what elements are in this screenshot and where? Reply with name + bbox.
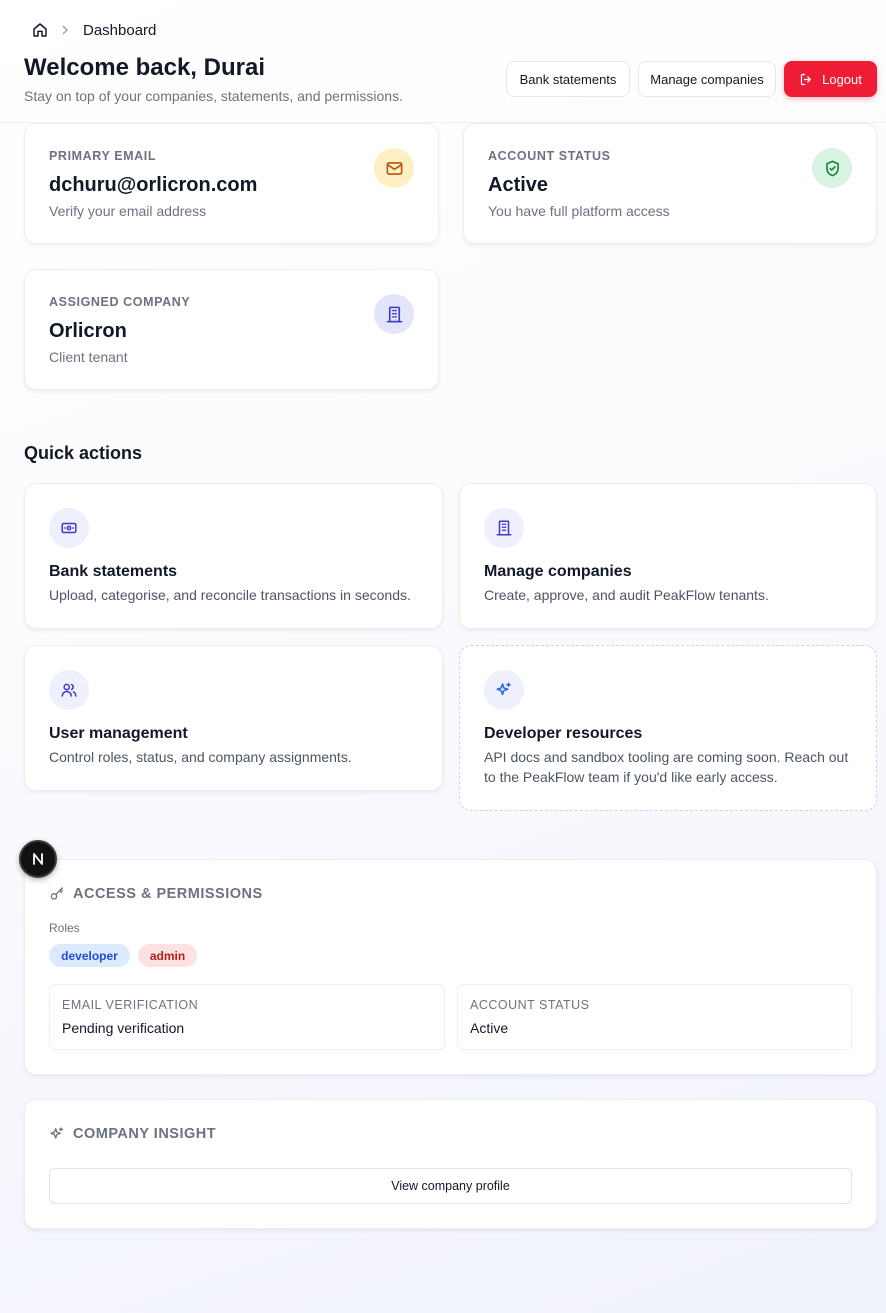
company-insight-panel: COMPANY INSIGHT View company profile [24,1099,877,1229]
quick-action-developer-resources: Developer resources API docs and sandbox… [459,645,877,811]
stat-sub: Client tenant [49,349,128,365]
logout-label: Logout [822,71,862,87]
mail-icon [374,148,414,188]
quick-action-desc: API docs and sandbox tooling are coming … [484,749,849,785]
primary-email-card: PRIMARY EMAIL dchuru@orlicron.com Verify… [24,123,439,244]
email-verification-label: EMAIL VERIFICATION [62,998,199,1012]
assigned-company-card: ASSIGNED COMPANY Orlicron Client tenant [24,269,439,390]
sparkles-icon [50,1127,63,1139]
chevron-right-icon [61,25,71,35]
account-status-value: Active [470,1020,509,1036]
logout-icon [800,73,811,85]
quick-action-desc: Upload, categorise, and reconcile transa… [49,587,411,603]
account-status-label: ACCOUNT STATUS [470,998,590,1012]
access-permissions-panel: ACCESS & PERMISSIONS Roles developer adm… [24,859,877,1075]
roles-label: Roles [49,921,80,935]
account-status-card: ACCOUNT STATUS Active You have full plat… [463,123,877,244]
access-permissions-title: ACCESS & PERMISSIONS [73,886,263,902]
stat-value: Active [488,174,549,196]
users-icon [49,670,89,710]
breadcrumb: Dashboard [31,20,156,40]
stat-value: Orlicron [49,320,127,342]
breadcrumb-current: Dashboard [83,21,157,39]
stat-label: ASSIGNED COMPANY [49,295,191,309]
shield-check-icon [812,148,852,188]
quick-action-title: Bank statements [49,563,178,580]
quick-action-user-management[interactable]: User management Control roles, status, a… [24,645,443,791]
banknote-icon [49,508,89,548]
building-icon [374,294,414,334]
quick-action-desc: Create, approve, and audit PeakFlow tena… [484,587,769,603]
company-insight-title: COMPANY INSIGHT [73,1126,217,1142]
stat-value: dchuru@orlicron.com [49,174,258,196]
home-icon[interactable] [31,21,49,39]
account-status-box: ACCOUNT STATUS Active [457,984,852,1050]
quick-action-title: Developer resources [484,725,643,742]
n-logo-icon [33,853,43,865]
page-subtitle: Stay on top of your companies, statement… [24,88,403,104]
quick-action-bank-statements[interactable]: Bank statements Upload, categorise, and … [24,483,443,629]
quick-action-title: Manage companies [484,563,632,580]
logout-button[interactable]: Logout [784,61,877,97]
role-badge-developer: developer [49,944,130,967]
page-title: Welcome back, Durai [24,54,265,81]
quick-action-title: User management [49,725,188,742]
quick-action-desc: Control roles, status, and company assig… [49,749,352,765]
manage-companies-button[interactable]: Manage companies [638,61,776,97]
stat-sub: You have full platform access [488,203,670,219]
view-company-profile-button[interactable]: View company profile [49,1168,852,1204]
building-icon [484,508,524,548]
key-icon [50,887,63,900]
stat-label: PRIMARY EMAIL [49,149,157,163]
stat-sub: Verify your email address [49,203,207,219]
sparkles-icon [484,670,524,710]
stat-label: ACCOUNT STATUS [488,149,611,163]
email-verification-value: Pending verification [62,1020,185,1036]
role-badge-admin: admin [138,944,197,967]
quick-action-manage-companies[interactable]: Manage companies Create, approve, and au… [459,483,877,629]
quick-actions-title: Quick actions [24,443,143,463]
next-dev-badge[interactable] [19,840,57,878]
bank-statements-button[interactable]: Bank statements [506,61,630,97]
email-verification-box: EMAIL VERIFICATION Pending verification [49,984,445,1050]
